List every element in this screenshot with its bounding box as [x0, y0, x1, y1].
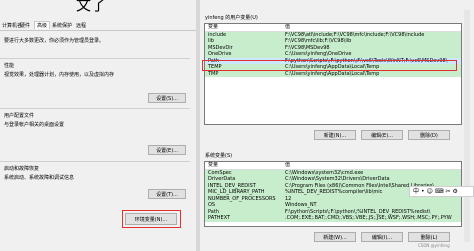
ime-toolbar-item[interactable]: ✂: [446, 188, 451, 196]
ime-toolbar-item[interactable]: ⚙: [453, 188, 458, 196]
system-vars-title: 系统变量(S): [205, 153, 233, 159]
dialog-scrollbar[interactable]: [464, 10, 470, 242]
ime-toolbar-item[interactable]: •: [421, 188, 425, 196]
ime-toolbar-item[interactable]: ⌨: [435, 188, 444, 196]
ime-toolbar-item[interactable]: 中: [413, 188, 419, 196]
variable-name: TMP: [208, 70, 219, 77]
system-edit-button[interactable]: 编辑(I)...: [361, 232, 403, 242]
user-profile-settings-button[interactable]: 设置(E)...: [148, 145, 186, 155]
startup-recovery-desc: 系统启动、系统故障和调试信息: [4, 175, 75, 181]
system-delete-button[interactable]: 删除(L): [408, 232, 450, 242]
col-variable[interactable]: 变量: [208, 24, 283, 31]
path-row-highlight: [202, 60, 457, 71]
tab-advanced[interactable]: 高级: [34, 21, 51, 29]
admin-note: 要进行大多数更改，你必须作为管理员登录。: [4, 38, 105, 44]
col-variable[interactable]: 变量: [208, 162, 283, 169]
user-profile-title: 用户配置文件: [4, 113, 35, 119]
ime-toolbar: 中 • ☺ ⌨ ✂ ⚙: [409, 186, 474, 197]
user-vars-title: yinfeng 的用户变量(U): [205, 15, 258, 21]
tab-system-protection[interactable]: 系统保护: [52, 22, 72, 29]
col-value[interactable]: 值: [285, 24, 459, 31]
title-glyph: 文了: [76, 0, 107, 14]
user-profile-group: 用户配置文件 与登录帐户相关的桌面设置 设置(E)...: [0, 108, 190, 159]
system-properties-dialog: 文了 计算机名 硬件 高级 系统保护 远程 要进行大多数更改，你必须作为管理员登…: [0, 0, 196, 251]
startup-recovery-settings-button[interactable]: 设置(T)...: [148, 189, 186, 199]
env-button-highlight: [122, 210, 181, 228]
col-value[interactable]: 值: [285, 162, 459, 169]
user-delete-button[interactable]: 删除(D): [408, 130, 450, 140]
table-header: 变量 值: [205, 24, 461, 32]
performance-settings-button[interactable]: 设置(S)...: [148, 93, 186, 103]
user-vars-table[interactable]: 变量 值 include F:\VC98\atl\include;F:\VC98\…: [204, 23, 462, 125]
system-new-button[interactable]: 新建(W)...: [314, 232, 356, 242]
variable-name: PATHEXT: [208, 215, 231, 221]
startup-recovery-group: 启动和故障恢复 系统启动、系统故障和调试信息 设置(T)...: [0, 161, 190, 204]
tab-hardware[interactable]: 硬件: [20, 22, 30, 29]
table-row[interactable]: TMP C:\Users\yinfeng\AppData\Local\Temp: [205, 70, 461, 77]
ime-toolbar-item[interactable]: ☺: [427, 188, 433, 196]
environment-variables-dialog: yinfeng 的用户变量(U) 变量 值 include F:\VC98\atl…: [200, 0, 474, 251]
performance-group: 性能 视觉效果，处理器计划，内存使用，以及虚拟内存 设置(S)...: [0, 58, 190, 105]
tab-computer-name[interactable]: 计算机名: [2, 22, 22, 29]
watermark: CSDN @yinfeng: [418, 243, 450, 248]
user-new-button[interactable]: 新建(N)...: [314, 130, 356, 140]
table-row[interactable]: PATHEXT .COM;.EXE;.BAT;.CMD;.VBS;.VBE;.JS…: [205, 215, 461, 222]
startup-recovery-title: 启动和故障恢复: [4, 166, 40, 172]
user-edit-button[interactable]: 编辑(E)...: [361, 130, 403, 140]
table-header: 变量 值: [205, 162, 461, 170]
performance-title: 性能: [4, 63, 15, 69]
tab-remote[interactable]: 远程: [76, 22, 86, 29]
variable-value: .COM;.EXE;.BAT;.CMD;.VBS;.VBE;.JS;.JSE;.…: [285, 215, 452, 221]
tab-strip: 计算机名 硬件 高级 系统保护 远程: [0, 20, 196, 31]
variable-value: C:\Users\yinfeng\AppData\Local\Temp: [285, 70, 380, 77]
performance-desc: 视觉效果，处理器计划，内存使用，以及虚拟内存: [4, 72, 115, 78]
user-profile-desc: 与登录帐户相关的桌面设置: [4, 122, 65, 128]
